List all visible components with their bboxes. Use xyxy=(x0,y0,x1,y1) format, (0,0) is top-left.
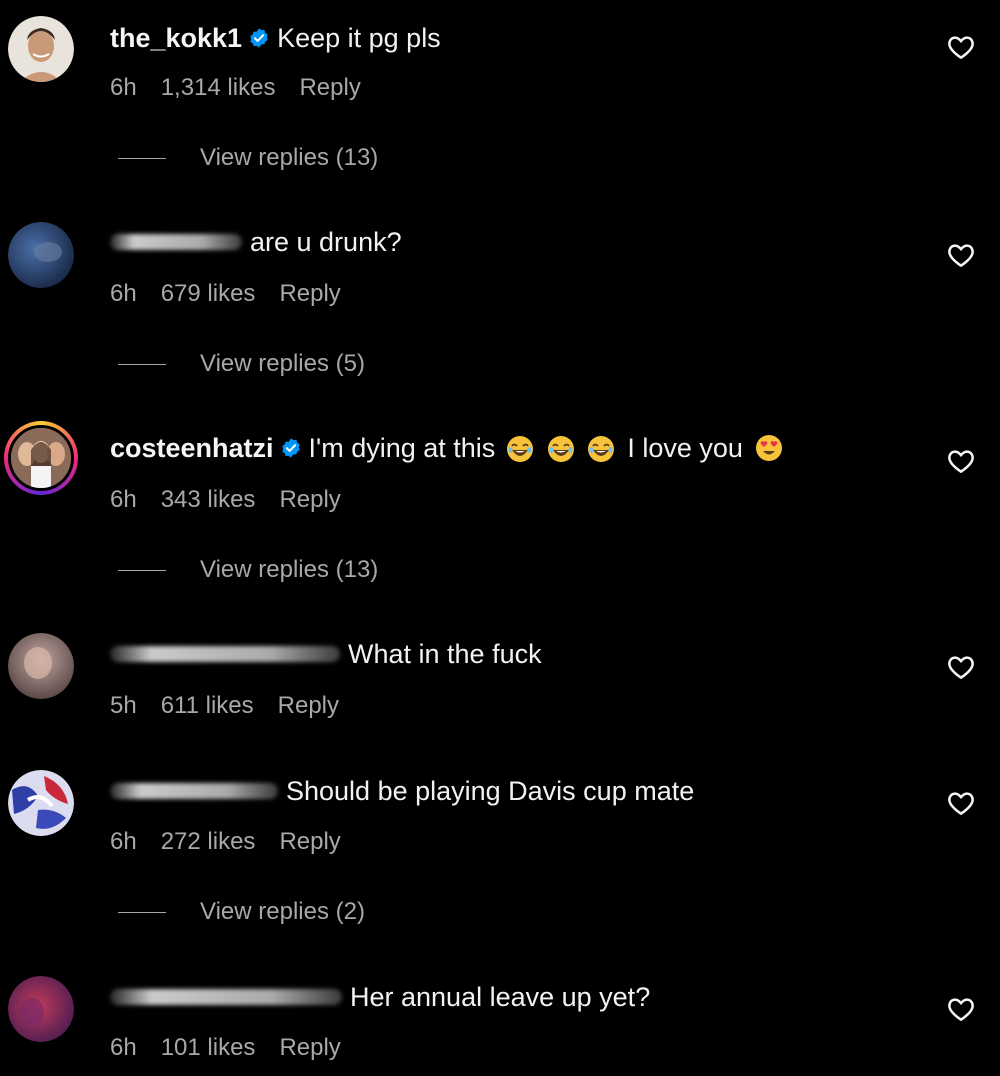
like-count[interactable]: 611 likes xyxy=(161,692,254,720)
comment-time: 6h xyxy=(110,74,137,101)
comment-text: Her annual leave up yet? xyxy=(350,981,651,1012)
reply-button[interactable]: Reply xyxy=(279,828,340,856)
comment-time: 5h xyxy=(110,692,137,719)
avatar[interactable] xyxy=(8,16,74,82)
like-count[interactable]: 679 likes xyxy=(161,280,256,308)
heart-outline-icon[interactable] xyxy=(946,446,976,476)
avatar[interactable] xyxy=(8,633,74,699)
view-replies-label: View replies (13) xyxy=(200,556,379,583)
profile-photo-icon xyxy=(8,222,74,288)
heart-outline-icon[interactable] xyxy=(946,240,976,270)
like-count[interactable]: 272 likes xyxy=(161,828,256,856)
comment-time: 6h xyxy=(110,280,137,307)
username-redacted xyxy=(110,234,242,250)
avatar-with-story-ring[interactable] xyxy=(4,421,78,495)
view-replies-button[interactable]: View replies (2) xyxy=(118,898,365,926)
comment-text: Keep it pg pls xyxy=(277,22,441,53)
profile-photo-icon xyxy=(8,976,74,1042)
comment-top-line: the_kokk1 Keep it pg pls xyxy=(110,18,441,58)
view-replies-button[interactable]: View replies (13) xyxy=(118,556,378,584)
comment-time: 6h xyxy=(110,828,137,855)
username-redacted xyxy=(110,646,340,662)
heart-eyes-emoji xyxy=(755,435,782,461)
username-redacted xyxy=(110,783,278,799)
divider xyxy=(118,157,166,159)
comment-meta: 6h 679 likes Reply xyxy=(110,280,341,308)
comment-top-line: Should be playing Davis cup mate xyxy=(110,771,694,811)
comment-top-line: are u drunk? xyxy=(110,222,402,262)
verified-badge-icon xyxy=(248,27,270,49)
verified-badge-icon xyxy=(280,437,302,459)
username-redacted xyxy=(110,989,342,1005)
heart-outline-icon[interactable] xyxy=(946,994,976,1024)
comment-meta: 6h 101 likes Reply xyxy=(110,1034,341,1062)
laughing-emoji xyxy=(507,436,534,463)
like-count[interactable]: 101 likes xyxy=(161,1034,256,1062)
comment-meta: 6h 1,314 likes Reply xyxy=(110,74,361,102)
heart-outline-icon[interactable] xyxy=(946,788,976,818)
laughing-emoji xyxy=(547,436,574,463)
view-replies-button[interactable]: View replies (13) xyxy=(118,144,378,172)
comment-top-line: Her annual leave up yet? xyxy=(110,977,650,1017)
heart-outline-icon[interactable] xyxy=(946,652,976,682)
comment-text-continued: I love you xyxy=(627,432,743,463)
reply-button[interactable]: Reply xyxy=(279,1034,340,1062)
comment-time: 6h xyxy=(110,1034,137,1061)
username[interactable]: costeenhatzi xyxy=(110,433,274,464)
profile-photo-icon xyxy=(8,770,74,836)
avatar[interactable] xyxy=(8,222,74,288)
divider xyxy=(118,569,166,571)
profile-photo-icon xyxy=(11,428,71,488)
comment-text: Should be playing Davis cup mate xyxy=(286,775,695,806)
comment-top-line: What in the fuck xyxy=(110,634,542,674)
view-replies-label: View replies (5) xyxy=(200,350,365,377)
avatar[interactable] xyxy=(8,976,74,1042)
comment-meta: 5h 611 likes Reply xyxy=(110,692,339,720)
reply-button[interactable]: Reply xyxy=(278,692,339,720)
profile-photo-icon xyxy=(8,633,74,699)
view-replies-button[interactable]: View replies (5) xyxy=(118,350,365,378)
profile-photo-icon xyxy=(8,16,74,82)
view-replies-label: View replies (13) xyxy=(200,144,379,171)
reply-button[interactable]: Reply xyxy=(279,486,340,514)
heart-outline-icon[interactable] xyxy=(946,32,976,62)
comment-time: 6h xyxy=(110,486,137,513)
reply-button[interactable]: Reply xyxy=(279,280,340,308)
divider xyxy=(118,911,166,913)
like-count[interactable]: 1,314 likes xyxy=(161,74,276,102)
comment-text: What in the fuck xyxy=(348,638,542,669)
comment-text: are u drunk? xyxy=(250,226,402,257)
reply-button[interactable]: Reply xyxy=(299,74,360,102)
comment-meta: 6h 272 likes Reply xyxy=(110,828,341,856)
comment-meta: 6h 343 likes Reply xyxy=(110,486,341,514)
comment-top-line: costeenhatzi I'm dying at this I love yo… xyxy=(110,428,783,468)
divider xyxy=(118,363,166,365)
username[interactable]: the_kokk1 xyxy=(110,23,242,54)
avatar[interactable] xyxy=(8,770,74,836)
laughing-emoji xyxy=(588,436,615,463)
view-replies-label: View replies (2) xyxy=(200,898,365,925)
emoji-group xyxy=(501,433,615,464)
comment-text: I'm dying at this xyxy=(308,432,496,463)
like-count[interactable]: 343 likes xyxy=(161,486,256,514)
